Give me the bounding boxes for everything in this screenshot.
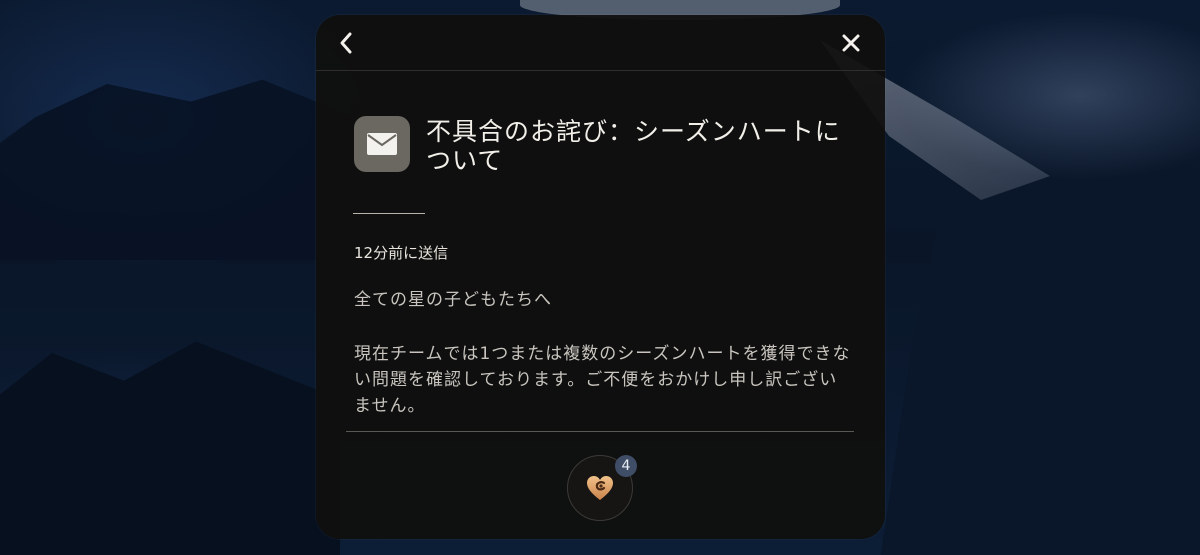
greeting-text: 全ての星の子どもたちへ — [354, 290, 552, 310]
mail-title: 不具合のお詫び：シーズンハートについて — [426, 117, 841, 175]
mail-panel: 不具合のお詫び：シーズンハートについて 12分前に送信 全ての星の子どもたちへ … — [316, 15, 885, 539]
game-scene: 不具合のお詫び：シーズンハートについて 12分前に送信 全ての星の子どもたちへ … — [0, 0, 1200, 555]
body-text: 現在チームでは1つまたは複数のシーズンハートを獲得できない問題を確認しております… — [354, 344, 851, 416]
panel-header — [316, 15, 885, 71]
background-mountain — [0, 341, 340, 555]
message-body: 全ての星の子どもたちへ 現在チームでは1つまたは複数のシーズンハートを獲得できな… — [354, 287, 854, 419]
sent-time: 12分前に送信 — [354, 244, 449, 262]
chevron-left-icon — [340, 32, 352, 54]
body-divider — [346, 431, 854, 432]
season-heart-icon — [587, 476, 613, 500]
close-button[interactable] — [835, 27, 867, 59]
envelope-icon — [367, 133, 397, 155]
back-button[interactable] — [332, 27, 360, 59]
title-divider — [353, 213, 425, 214]
heart-count-badge: 4 — [615, 455, 637, 477]
mail-icon-tile — [354, 116, 410, 172]
close-icon — [842, 34, 860, 52]
background-rock — [880, 180, 1200, 555]
